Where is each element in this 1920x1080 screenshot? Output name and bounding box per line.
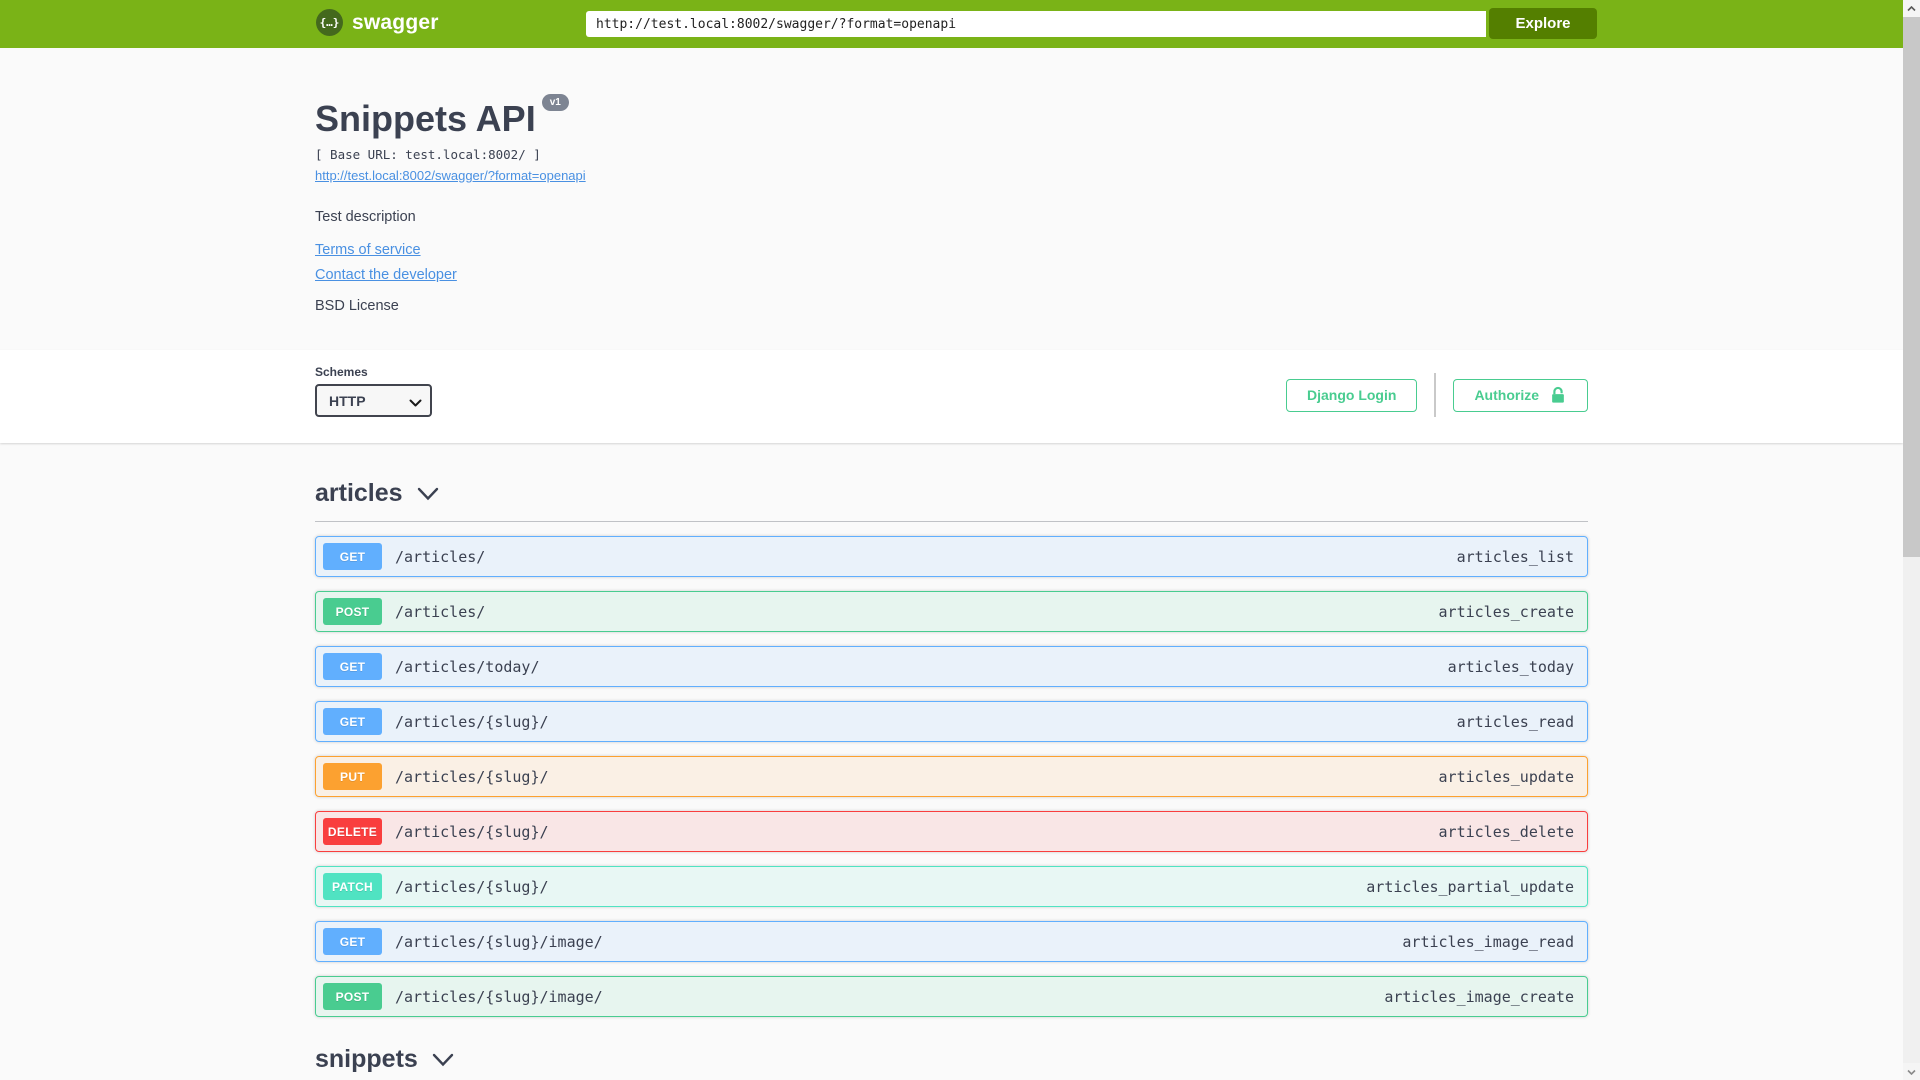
version-badge: v1 bbox=[541, 94, 569, 111]
section-title: snippets bbox=[315, 1045, 418, 1073]
topbar: {…} swagger Explore bbox=[0, 0, 1903, 48]
swagger-ui-page: {…} swagger Explore Snippets API v1 [ Bas… bbox=[0, 0, 1903, 1080]
method-badge: GET bbox=[323, 928, 382, 955]
chevron-down-icon bbox=[432, 1053, 454, 1067]
authorize-label: Authorize bbox=[1474, 387, 1539, 403]
operation-path: /articles/ bbox=[395, 602, 486, 621]
opblock-articles_partial_update[interactable]: PATCH/articles/{slug}/ articles_partial_u… bbox=[315, 866, 1588, 907]
operation-id: articles_read bbox=[1456, 712, 1574, 731]
operation-id: articles_create bbox=[1438, 602, 1574, 621]
opblock-articles_list[interactable]: GET/articles/articles_list bbox=[315, 536, 1588, 577]
scheme-container: Schemes HTTP Django Login Authorize bbox=[0, 350, 1903, 443]
method-badge: DELETE bbox=[323, 818, 382, 845]
opblock-articles_image_create[interactable]: POST/articles/{slug}/image/articles_imag… bbox=[315, 976, 1588, 1017]
section-header-snippets[interactable]: snippets bbox=[315, 1045, 1588, 1080]
method-badge: GET bbox=[323, 708, 382, 735]
method-badge: GET bbox=[323, 653, 382, 680]
api-section-snippets: snippetsGET/snippets/snippets_list bbox=[315, 1045, 1588, 1080]
api-section-articles: articles GET/articles/articles_list POST/a… bbox=[315, 479, 1588, 1017]
chevron-down-icon bbox=[417, 487, 439, 501]
scrollbar-thumb[interactable] bbox=[1903, 17, 1920, 557]
method-badge: PUT bbox=[323, 763, 382, 790]
operation-path: /articles/{slug}/ bbox=[395, 767, 549, 786]
scrollbar[interactable] bbox=[1903, 0, 1920, 1080]
operation-id: articles_update bbox=[1438, 767, 1574, 786]
terms-of-service-link[interactable]: Terms of service bbox=[315, 242, 421, 258]
spec-url-input[interactable] bbox=[586, 11, 1486, 37]
swagger-logo-icon: {…} bbox=[316, 9, 343, 36]
auth-wrapper: Django Login Authorize bbox=[1286, 373, 1588, 417]
section-header-articles[interactable]: articles bbox=[315, 479, 1588, 522]
method-badge: PATCH bbox=[323, 873, 382, 900]
method-badge: GET bbox=[323, 543, 382, 570]
unlock-icon bbox=[1549, 386, 1567, 404]
schemes-label: Schemes bbox=[315, 365, 368, 379]
scheme-select[interactable]: HTTP bbox=[315, 384, 432, 417]
opblock-articles_image_read[interactable]: GET/articles/{slug}/image/articles_image… bbox=[315, 921, 1588, 962]
info-section: Snippets API v1 [ Base URL: test.local:80… bbox=[0, 48, 1903, 350]
authorize-button[interactable]: Authorize bbox=[1453, 378, 1588, 412]
scroll-down-arrow-icon[interactable] bbox=[1903, 1063, 1920, 1080]
contact-developer-link[interactable]: Contact the developer bbox=[315, 267, 457, 283]
operation-id: articles_list bbox=[1456, 547, 1574, 566]
operation-path: /articles/{slug}/ bbox=[395, 822, 549, 841]
operations-container: articles GET/articles/articles_list POST/a… bbox=[315, 479, 1588, 1080]
operation-path: /articles/{slug}/ bbox=[395, 877, 549, 896]
schemes-group: Schemes HTTP bbox=[315, 365, 432, 417]
operation-path: /articles/{slug}/image/ bbox=[395, 987, 603, 1006]
operation-path: /articles/{slug}/image/ bbox=[395, 932, 603, 951]
operation-path: /articles/today/ bbox=[395, 657, 540, 676]
operation-id: articles_today bbox=[1447, 657, 1574, 676]
brand-title: swagger bbox=[352, 10, 439, 34]
operation-id: articles_partial_update bbox=[1366, 877, 1574, 896]
django-login-label: Django Login bbox=[1307, 387, 1397, 403]
auth-separator bbox=[1434, 373, 1437, 417]
section-title: articles bbox=[315, 479, 403, 507]
operation-path: /articles/{slug}/ bbox=[395, 712, 549, 731]
opblock-articles_create[interactable]: POST/articles/articles_create bbox=[315, 591, 1588, 632]
opblock-articles_delete[interactable]: DELETE/articles/{slug}/ articles_delete bbox=[315, 811, 1588, 852]
operation-id: articles_image_read bbox=[1402, 932, 1574, 951]
opblock-articles_today[interactable]: GET/articles/today/articles_today bbox=[315, 646, 1588, 687]
license-text: BSD License bbox=[315, 298, 399, 314]
operation-path: /articles/ bbox=[395, 547, 486, 566]
title-row: Snippets API v1 bbox=[315, 94, 1588, 140]
explore-button[interactable]: Explore bbox=[1489, 8, 1597, 39]
operation-id: articles_image_create bbox=[1384, 987, 1574, 1006]
base-url: [ Base URL: test.local:8002/ ] bbox=[315, 147, 541, 162]
page-title: Snippets API bbox=[315, 98, 536, 139]
opblock-articles_read[interactable]: GET/articles/{slug}/ articles_read bbox=[315, 701, 1588, 742]
method-badge: POST bbox=[323, 983, 382, 1010]
spec-link[interactable]: http://test.local:8002/swagger/?format=o… bbox=[315, 168, 586, 183]
api-description: Test description bbox=[315, 209, 416, 225]
method-badge: POST bbox=[323, 598, 382, 625]
opblock-articles_update[interactable]: PUT/articles/{slug}/ articles_update bbox=[315, 756, 1588, 797]
django-login-button[interactable]: Django Login bbox=[1286, 378, 1418, 412]
swagger-logo-link[interactable]: {…} swagger bbox=[316, 9, 439, 36]
operation-id: articles_delete bbox=[1438, 822, 1574, 841]
scroll-up-arrow-icon[interactable] bbox=[1903, 0, 1920, 17]
